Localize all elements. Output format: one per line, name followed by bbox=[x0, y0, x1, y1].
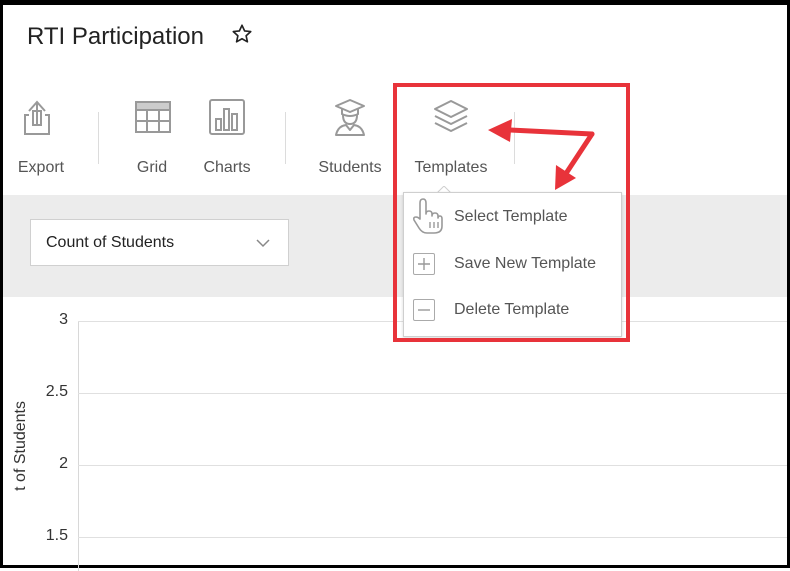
y-tick-label: 1.5 bbox=[45, 527, 68, 544]
export-icon bbox=[24, 100, 50, 135]
students-button[interactable]: Students bbox=[313, 95, 387, 185]
grid-icon bbox=[135, 101, 171, 133]
y-axis-line bbox=[78, 321, 79, 571]
export-button[interactable]: Export bbox=[11, 95, 71, 185]
gridline bbox=[78, 393, 787, 394]
measure-select-value: Count of Students bbox=[46, 234, 175, 251]
toolbar-divider bbox=[285, 112, 286, 164]
title-bar: RTI Participation bbox=[3, 5, 787, 85]
y-tick-label: 2.5 bbox=[45, 383, 68, 400]
grid-label: Grid bbox=[136, 159, 168, 176]
measure-select[interactable]: Count of Students bbox=[30, 219, 289, 266]
page-title: RTI Participation bbox=[27, 23, 204, 50]
y-axis-title: t of Students bbox=[12, 401, 29, 491]
toolbar-divider bbox=[98, 112, 99, 164]
y-tick-label: 3 bbox=[59, 311, 68, 328]
y-tick-label: 2 bbox=[59, 455, 68, 472]
students-label: Students bbox=[318, 159, 382, 176]
annotation-arrow-icon bbox=[488, 119, 595, 190]
bar-chart-icon bbox=[209, 99, 245, 135]
charts-button[interactable]: Charts bbox=[197, 95, 257, 185]
export-label: Export bbox=[17, 159, 65, 176]
gridline bbox=[78, 537, 787, 538]
favorite-star-icon[interactable] bbox=[231, 23, 253, 50]
grid-button[interactable]: Grid bbox=[129, 95, 175, 185]
gridline bbox=[78, 465, 787, 466]
charts-label: Charts bbox=[203, 159, 251, 176]
student-icon bbox=[335, 99, 365, 136]
chevron-down-icon bbox=[256, 239, 270, 248]
